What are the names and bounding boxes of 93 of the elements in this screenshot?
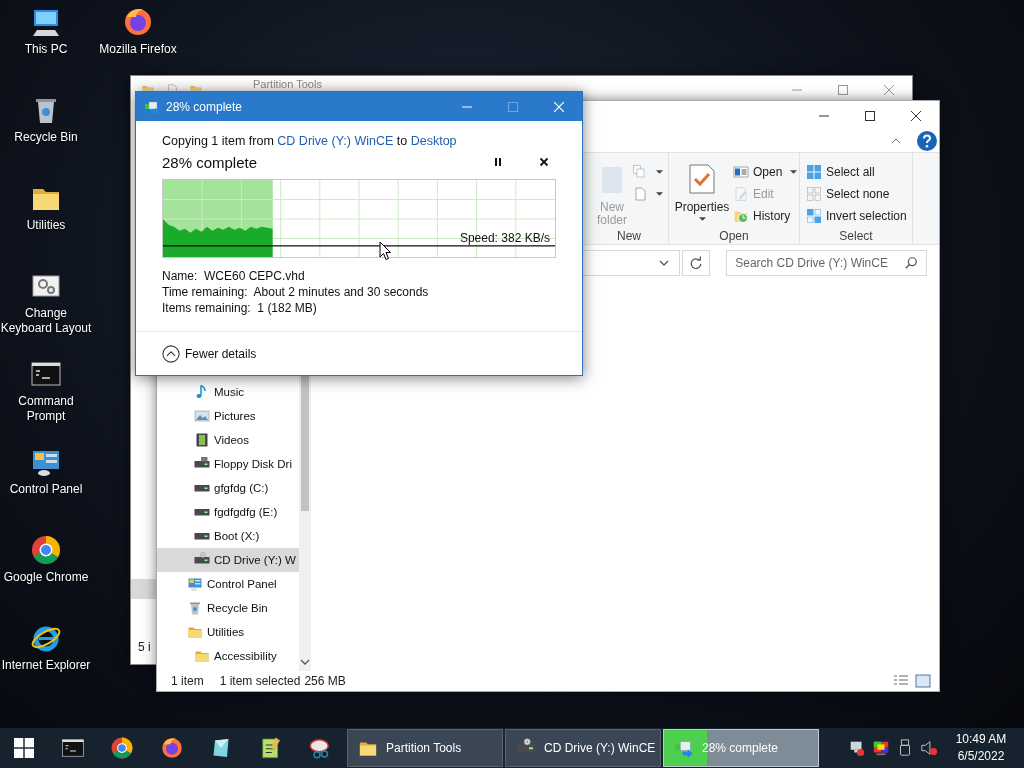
copy-progress-icon xyxy=(674,738,694,758)
close-icon xyxy=(884,85,894,95)
desktop-icon-label[interactable]: Google Chrome xyxy=(0,570,92,585)
chevron-up-circle-icon xyxy=(162,344,180,363)
nav-item[interactable]: Control Panel xyxy=(157,572,299,596)
source-link[interactable]: CD Drive (Y:) WinCE xyxy=(277,134,394,148)
caret-icon xyxy=(656,170,663,174)
detail-line: Name: WCE60 CEPC.vhd xyxy=(162,268,306,284)
detail-line: Items remaining: 1 (182 MB) xyxy=(162,300,318,316)
speed-label: Speed: 382 KB/s xyxy=(459,231,550,245)
pencil-document-icon xyxy=(733,186,749,202)
desktop-icon-label[interactable]: This PC xyxy=(0,42,92,57)
caret-icon xyxy=(656,192,663,196)
ribbon-button[interactable]: Open xyxy=(733,161,798,183)
nav-item[interactable]: Utilities xyxy=(157,620,299,644)
refresh-icon xyxy=(689,256,704,270)
desktop-icon-label[interactable]: Change Keyboard Layout xyxy=(0,306,92,336)
empty-grid-icon xyxy=(806,186,822,202)
flame-globe-icon[interactable] xyxy=(159,736,184,760)
copy-icon xyxy=(632,164,648,180)
clock[interactable]: 10:49 AM 6/5/2022 xyxy=(938,731,1024,765)
nav-item[interactable]: Accessibility xyxy=(157,644,299,668)
ribbon-button[interactable]: Properties xyxy=(675,157,729,227)
desktop-icon-label[interactable]: Utilities xyxy=(0,218,92,233)
refresh-button[interactable] xyxy=(682,250,711,276)
copy-progress-icon xyxy=(144,98,160,115)
filled-grid-icon xyxy=(806,164,822,180)
collapse-ribbon-icon[interactable] xyxy=(891,138,901,144)
caret-icon xyxy=(698,217,706,221)
nav-item[interactable]: Videos xyxy=(157,428,299,452)
ribbon-button[interactable]: Select none xyxy=(806,183,907,205)
chevron-down-icon[interactable] xyxy=(659,260,670,266)
nav-item[interactable]: Recycle Bin xyxy=(157,596,299,620)
nav-item[interactable]: Music xyxy=(157,380,299,404)
desktop-icon-label[interactable]: Internet Explorer xyxy=(0,658,92,673)
caret-icon xyxy=(790,170,798,174)
desktop-icon-label[interactable]: Recycle Bin xyxy=(0,130,92,145)
desktop-icon-label[interactable]: Control Panel xyxy=(0,482,92,497)
ribbon-button[interactable]: History xyxy=(733,205,798,227)
copy-summary: Copying 1 item from CD Drive (Y:) WinCE to Desktop xyxy=(162,133,458,149)
new-item-icon xyxy=(632,186,648,202)
picture-icon xyxy=(194,408,210,424)
nav-item[interactable]: Pictures xyxy=(157,404,299,428)
status-text: 256 MB xyxy=(304,674,346,688)
ribbon-group-label: Open xyxy=(718,228,750,245)
fewer-details-button[interactable]: Fewer details xyxy=(162,344,257,363)
nav-item[interactable]: Boot (X:) xyxy=(157,524,299,548)
speaker-muted-icon[interactable] xyxy=(920,739,938,757)
status-text: 1 item selected xyxy=(219,674,301,688)
film-icon xyxy=(194,432,210,448)
tricolor-wheel-icon[interactable] xyxy=(30,534,62,566)
terminal-icon[interactable] xyxy=(60,736,85,760)
mixed-grid-icon xyxy=(806,208,822,224)
windows-logo-icon xyxy=(14,738,34,758)
desktop-icon-label[interactable]: Mozilla Firefox xyxy=(92,42,184,57)
ribbon-group-label: Select xyxy=(838,228,874,245)
close-icon xyxy=(539,157,549,167)
status-text: 1 item xyxy=(171,674,204,688)
status-text: 5 i xyxy=(138,640,151,654)
ribbon-button[interactable]: Select all xyxy=(806,161,907,183)
nav-item[interactable]: CD Drive (Y:) W xyxy=(157,548,299,572)
network-error-icon[interactable] xyxy=(848,739,866,757)
destination-link[interactable]: Desktop xyxy=(410,134,457,148)
window-icon xyxy=(733,164,749,180)
ribbon-group-label: New xyxy=(616,228,642,245)
detail-line: Time remaining: About 2 minutes and 30 seconds xyxy=(162,284,430,300)
close-icon xyxy=(911,110,921,121)
help-icon[interactable] xyxy=(917,131,937,151)
desktop-icon-label[interactable]: Command Prompt xyxy=(0,394,92,424)
taskbar-button[interactable]: Partition Tools xyxy=(347,729,503,767)
mouse-pointer-icon xyxy=(379,241,391,261)
maximize-icon xyxy=(865,110,875,121)
maximize-icon xyxy=(508,101,518,112)
window-title: 28% complete xyxy=(166,99,243,114)
search-icon[interactable] xyxy=(904,256,918,270)
nav-item[interactable]: gfgfdg (C:) xyxy=(157,476,299,500)
nav-item[interactable]: fgdfgdfg (E:) xyxy=(157,500,299,524)
recycle-bin-icon xyxy=(187,600,203,616)
search-field[interactable]: Search CD Drive (Y:) WinCE xyxy=(726,250,927,276)
close-icon xyxy=(554,101,564,112)
pause-icon xyxy=(493,157,503,167)
ribbon-button[interactable]: Invert selection xyxy=(806,205,907,227)
window-title: Partition Tools xyxy=(253,78,322,91)
control-panel-icon xyxy=(187,576,203,592)
nav-item[interactable]: Floppy Disk Dri xyxy=(157,452,299,476)
scroll-down-icon[interactable] xyxy=(300,659,310,665)
checked-document-icon xyxy=(686,163,718,195)
tricolor-wheel-icon[interactable] xyxy=(110,736,135,760)
color-display-icon[interactable] xyxy=(872,739,890,757)
progress-heading: 28% complete xyxy=(162,153,259,171)
maximize-icon xyxy=(838,85,848,95)
taskbar-button[interactable]: CD Drive (Y:) WinCE xyxy=(505,729,661,767)
flame-globe-icon[interactable] xyxy=(122,6,154,38)
